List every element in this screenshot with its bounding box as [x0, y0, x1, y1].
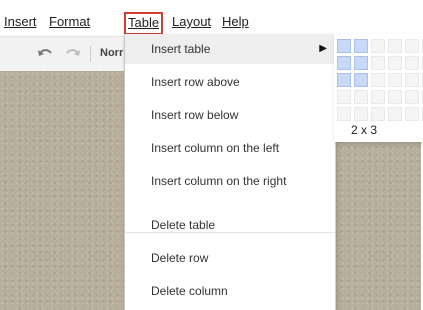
- table-grid-cell[interactable]: [371, 39, 385, 53]
- toolbar-separator: [90, 46, 91, 62]
- menu-item-delete-column[interactable]: Delete column: [125, 276, 335, 306]
- table-grid-cell[interactable]: [388, 107, 402, 121]
- menu-item-insert-column-left[interactable]: Insert column on the left: [125, 133, 335, 163]
- undo-icon[interactable]: [36, 45, 54, 61]
- table-grid-cell[interactable]: [337, 90, 351, 104]
- menu-item-insert-row-above[interactable]: Insert row above: [125, 67, 335, 97]
- table-grid-cell[interactable]: [354, 39, 368, 53]
- menu-bar: Insert Format Table Layout Help: [0, 0, 423, 36]
- menu-item-insert-table[interactable]: Insert table ▶: [125, 34, 335, 64]
- table-grid-cell[interactable]: [388, 90, 402, 104]
- table-grid-cell[interactable]: [337, 73, 351, 87]
- menu-item-label: Insert column on the right: [151, 174, 287, 188]
- table-size-picker: 2 x 3: [334, 34, 423, 142]
- table-grid-cell[interactable]: [354, 73, 368, 87]
- table-grid-cell[interactable]: [405, 73, 419, 87]
- table-grid-cell[interactable]: [354, 107, 368, 121]
- table-grid-cell[interactable]: [405, 90, 419, 104]
- table-grid-cell[interactable]: [371, 107, 385, 121]
- table-grid-cell[interactable]: [354, 56, 368, 70]
- menu-item-delete-table[interactable]: Delete table: [125, 210, 335, 240]
- menu-help-label: Help: [222, 14, 249, 29]
- menu-format[interactable]: Format: [49, 14, 90, 30]
- menu-layout[interactable]: Layout: [172, 14, 211, 30]
- menu-format-label: Format: [49, 14, 91, 29]
- menu-item-insert-row-below[interactable]: Insert row below: [125, 100, 335, 130]
- table-grid-cell[interactable]: [371, 56, 385, 70]
- menu-item-label: Insert table: [151, 42, 211, 56]
- menu-item-label: Delete column: [151, 284, 228, 298]
- menu-item-label: Delete table: [151, 218, 216, 232]
- menu-item-label: Delete row: [151, 251, 209, 265]
- table-grid-cell[interactable]: [388, 39, 402, 53]
- menu-item-label: Insert row above: [151, 75, 240, 89]
- redo-icon[interactable]: [64, 45, 82, 61]
- menu-table[interactable]: Table: [124, 12, 164, 35]
- menu-help[interactable]: Help: [222, 14, 249, 30]
- table-grid-cell[interactable]: [371, 90, 385, 104]
- table-menu-dropdown: Insert table ▶ Insert row above Insert r…: [124, 34, 336, 310]
- menu-item-insert-column-right[interactable]: Insert column on the right: [125, 166, 335, 196]
- table-grid-cell[interactable]: [388, 56, 402, 70]
- table-grid-cell[interactable]: [337, 39, 351, 53]
- table-size-label: 2 x 3: [350, 123, 377, 137]
- menu-item-label: Insert column on the left: [151, 141, 280, 155]
- menu-layout-label: Layout: [172, 14, 212, 29]
- table-grid-cell[interactable]: [371, 73, 385, 87]
- menu-insert-label: Insert: [4, 14, 37, 29]
- table-grid-cell[interactable]: [337, 56, 351, 70]
- menu-table-label: Table: [128, 15, 160, 30]
- menu-item-delete-row[interactable]: Delete row: [125, 243, 335, 273]
- menu-item-label: Insert row below: [151, 108, 239, 122]
- menu-insert[interactable]: Insert: [4, 14, 37, 30]
- table-grid-cell[interactable]: [337, 107, 351, 121]
- table-grid-cell[interactable]: [405, 107, 419, 121]
- submenu-arrow-icon: ▶: [319, 43, 327, 54]
- table-grid-cell[interactable]: [388, 73, 402, 87]
- table-grid-cell[interactable]: [405, 56, 419, 70]
- paragraph-style-dropdown[interactable]: Norr: [100, 47, 123, 59]
- table-grid-cell[interactable]: [405, 39, 419, 53]
- table-grid-cell[interactable]: [354, 90, 368, 104]
